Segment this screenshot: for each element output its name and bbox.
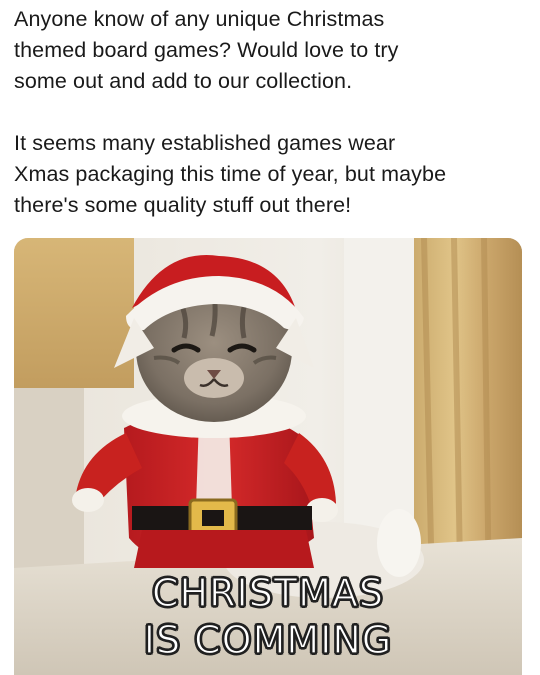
post-paragraph-2: It seems many established games wear Xma… — [14, 131, 447, 217]
meme-caption-line-1: CHRISTMAS — [14, 570, 522, 615]
meme-caption-line-2: IS COMMING — [14, 617, 522, 662]
caption-text-is-comming: IS COMMING — [143, 617, 393, 662]
post-paragraph-1: Anyone know of any unique Christmas them… — [14, 7, 399, 93]
post-body: Anyone know of any unique Christmas them… — [14, 4, 529, 221]
caption-text-christmas: CHRISTMAS — [151, 570, 384, 615]
post-media-gif[interactable]: CHRISTMAS IS COMMING — [14, 238, 522, 675]
